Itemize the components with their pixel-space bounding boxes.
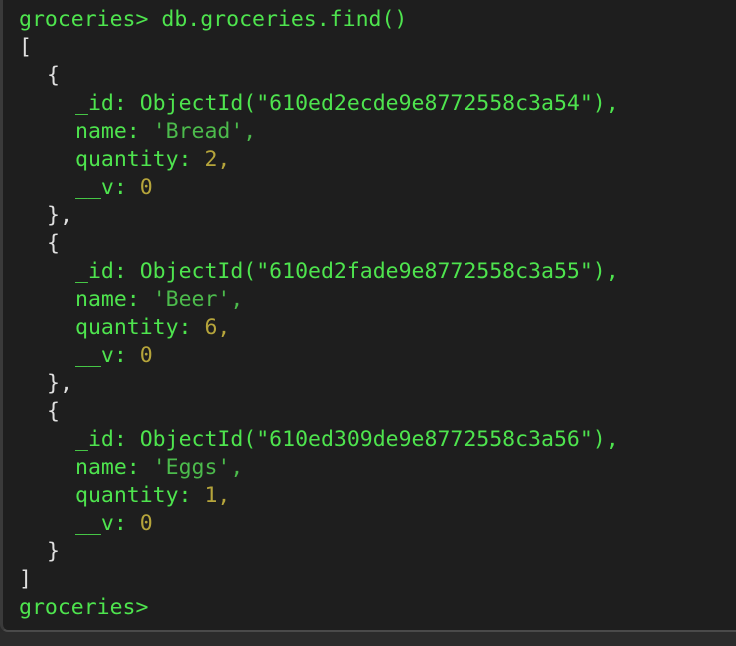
doc-1-close-brace: }, [47,203,73,228]
open-bracket: [ [19,35,32,60]
doc-3-open-brace: { [47,399,60,424]
doc-3-id-line: _id: ObjectId("610ed309de9e8772558c3a56"… [75,427,619,452]
doc-2-id-line: _id: ObjectId("610ed2fade9e8772558c3a55"… [75,259,619,284]
close-bracket: ] [19,567,32,592]
active-prompt[interactable]: groceries> [19,594,148,622]
doc-2-name-line: name: 'Beer', [75,287,244,312]
doc-1-id-line: _id: ObjectId("610ed2ecde9e8772558c3a54"… [75,91,619,116]
doc-1-v-line: __v: 0 [75,175,153,200]
terminal-window[interactable]: groceries> db.groceries.find() [ { _id: … [0,0,736,632]
doc-1-open-brace: { [47,63,60,88]
doc-3-close-brace: } [47,539,60,564]
doc-2-v-line: __v: 0 [75,343,153,368]
doc-2-quantity-line: quantity: 6, [75,315,231,340]
doc-3-v-line: __v: 0 [75,511,153,536]
command-line: groceries> db.groceries.find() [19,6,407,34]
doc-1-quantity-line: quantity: 2, [75,147,231,172]
doc-1-name-line: name: 'Bread', [75,119,257,144]
doc-2-open-brace: { [47,231,60,256]
prompt: groceries> [19,7,149,32]
window-bottom-edge [0,632,736,646]
doc-2-close-brace: }, [47,371,73,396]
command-text: db.groceries.find() [161,7,408,32]
doc-3-name-line: name: 'Eggs', [75,455,244,480]
doc-3-quantity-line: quantity: 1, [75,483,231,508]
